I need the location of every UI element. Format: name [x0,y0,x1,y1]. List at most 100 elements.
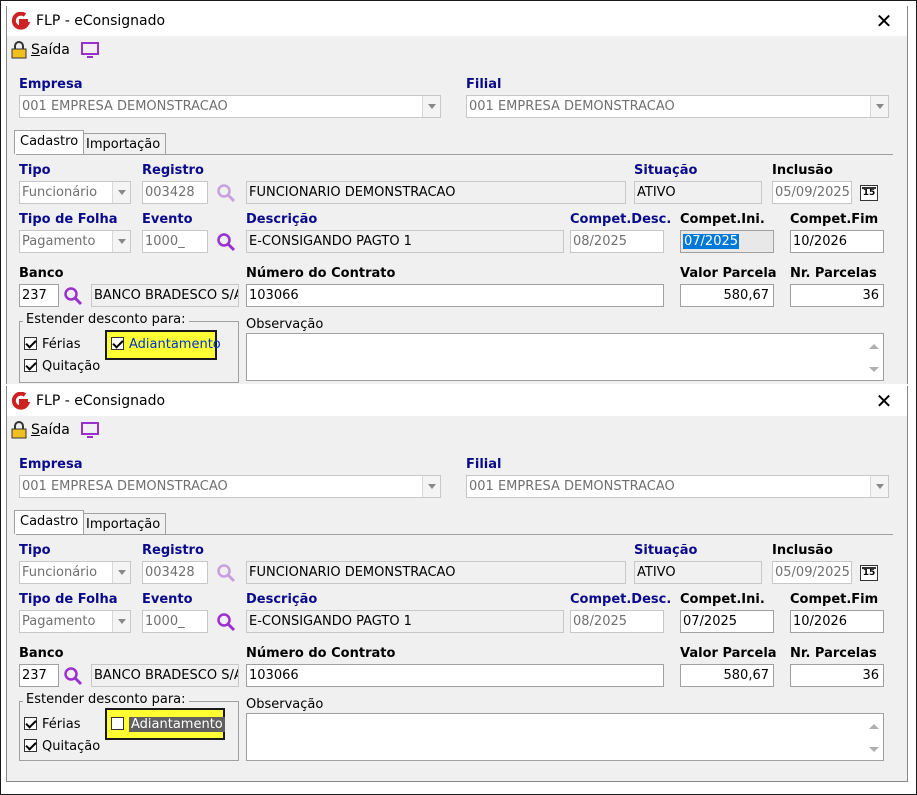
tab-cadastro[interactable]: Cadastro [14,510,85,534]
filial-select[interactable]: 001 EMPRESA DEMONSTRACAO [466,475,889,498]
filial-select[interactable]: 001 EMPRESA DEMONSTRACAO [466,95,889,118]
valor-parcela-input[interactable]: 580,67 [680,664,774,687]
tipo-dropdown-arrow-icon[interactable] [112,562,130,583]
valor-parcela-input[interactable]: 580,67 [680,284,774,307]
registro-search-icon[interactable] [216,563,236,583]
tab-importacao[interactable]: Importação [80,133,167,155]
observacao-label: Observação [246,697,324,712]
numero-contrato-input[interactable]: 103066 [246,664,664,687]
close-button[interactable]: ✕ [861,6,907,36]
descricao-label: Descrição [246,592,318,607]
registro-label: Registro [142,163,204,178]
quitacao-check-box[interactable] [24,359,37,372]
adiantamento-checkbox[interactable]: Adiantamento [111,337,221,352]
tipo-folha-dropdown-arrow-icon[interactable] [112,611,130,632]
registro-input[interactable]: 003428 [142,561,208,584]
adiantamento-check-box[interactable] [111,717,124,730]
quitacao-checkbox[interactable]: Quitação [24,739,100,754]
banco-code-input[interactable]: 237 [19,664,59,687]
estender-desconto-label: Estender desconto para: [23,312,189,327]
app-logo-icon [11,12,31,30]
quitacao-check-box[interactable] [24,739,37,752]
scroll-down-arrow-icon[interactable] [869,747,879,752]
banco-name-field: BANCO BRADESCO S/A [91,664,239,687]
compet-ini-label: Compet.Ini. [680,212,765,227]
compet-fim-input[interactable]: 10/2026 [790,610,884,633]
observacao-textarea[interactable] [246,713,884,761]
banco-search-icon[interactable] [63,666,83,686]
filial-dropdown-arrow-icon[interactable] [870,96,888,117]
adiantamento-label: Adiantamento [129,337,221,352]
empresa-dropdown-arrow-icon[interactable] [422,96,440,117]
tipo-label: Tipo [19,163,51,178]
adiantamento-checkbox[interactable]: Adiantamento [111,717,225,732]
lock-icon [11,421,27,439]
monitor-icon[interactable] [80,421,100,439]
registro-search-icon[interactable] [216,183,236,203]
ferias-check-box[interactable] [24,337,37,350]
evento-input[interactable]: 1000_ [142,230,208,253]
monitor-icon[interactable] [80,41,100,59]
situacao-label: Situação [634,543,698,558]
evento-input[interactable]: 1000_ [142,610,208,633]
title-bar: FLP - eConsignado ✕ [7,6,907,36]
window-title: FLP - eConsignado [36,393,166,409]
banco-search-icon[interactable] [63,286,83,306]
inclusao-input[interactable]: 05/09/2025 [772,181,852,204]
descricao-field: E-CONSIGANDO PAGTO 1 [246,610,564,633]
observacao-textarea[interactable] [246,333,884,381]
saida-button[interactable]: Saída [31,422,70,438]
scroll-down-arrow-icon[interactable] [869,367,879,372]
nr-parcelas-input[interactable]: 36 [790,284,884,307]
title-bar: FLP - eConsignado ✕ [7,386,907,416]
compet-fim-input[interactable]: 10/2026 [790,230,884,253]
toolbar: Saída [7,36,907,64]
quitacao-checkbox[interactable]: Quitação [24,359,100,374]
calendar-icon[interactable]: 15 [860,185,878,201]
compet-ini-input[interactable]: 07/2025 [680,230,774,253]
tab-cadastro[interactable]: Cadastro [14,130,85,154]
tab-importacao[interactable]: Importação [80,513,167,535]
tipo-folha-dropdown-arrow-icon[interactable] [112,231,130,252]
scroll-up-arrow-icon[interactable] [869,344,879,349]
scroll-up-arrow-icon[interactable] [869,724,879,729]
evento-search-icon[interactable] [216,612,236,632]
situacao-label: Situação [634,163,698,178]
adiantamento-check-box[interactable] [111,337,124,350]
ferias-checkbox[interactable]: Férias [24,717,80,732]
compet-ini-value-selected: 07/2025 [683,234,740,249]
estender-desconto-label: Estender desconto para: [23,692,189,707]
filial-value: 001 EMPRESA DEMONSTRACAO [469,479,675,494]
funcionario-name-field: FUNCIONARIO DEMONSTRACAO [246,561,626,584]
banco-code-input[interactable]: 237 [19,284,59,307]
inclusao-input[interactable]: 05/09/2025 [772,561,852,584]
compet-ini-label: Compet.Ini. [680,592,765,607]
banco-label: Banco [19,266,64,281]
empresa-dropdown-arrow-icon[interactable] [422,476,440,497]
registro-input[interactable]: 003428 [142,181,208,204]
compet-desc-input[interactable]: 08/2025 [570,610,664,633]
filial-dropdown-arrow-icon[interactable] [870,476,888,497]
empresa-select[interactable]: 001 EMPRESA DEMONSTRACAO [19,475,441,498]
filial-label: Filial [466,77,502,92]
tipo-folha-select[interactable]: Pagamento [19,610,131,633]
tipo-value: Funcionário [22,565,98,580]
tipo-select[interactable]: Funcionário [19,561,131,584]
screenshot-frame: FLP - eConsignado ✕ Saída Empresa 001 EM… [0,0,917,795]
saida-button[interactable]: Saída [31,42,70,58]
banco-label: Banco [19,646,64,661]
numero-contrato-input[interactable]: 103066 [246,284,664,307]
filial-label: Filial [466,457,502,472]
calendar-icon[interactable]: 15 [860,565,878,581]
empresa-select[interactable]: 001 EMPRESA DEMONSTRACAO [19,95,441,118]
evento-search-icon[interactable] [216,232,236,252]
nr-parcelas-input[interactable]: 36 [790,664,884,687]
compet-ini-input[interactable]: 07/2025 [680,610,774,633]
ferias-checkbox[interactable]: Férias [24,337,80,352]
tipo-select[interactable]: Funcionário [19,181,131,204]
tipo-dropdown-arrow-icon[interactable] [112,182,130,203]
compet-desc-input[interactable]: 08/2025 [570,230,664,253]
close-button[interactable]: ✕ [861,386,907,416]
tipo-folha-select[interactable]: Pagamento [19,230,131,253]
ferias-check-box[interactable] [24,717,37,730]
